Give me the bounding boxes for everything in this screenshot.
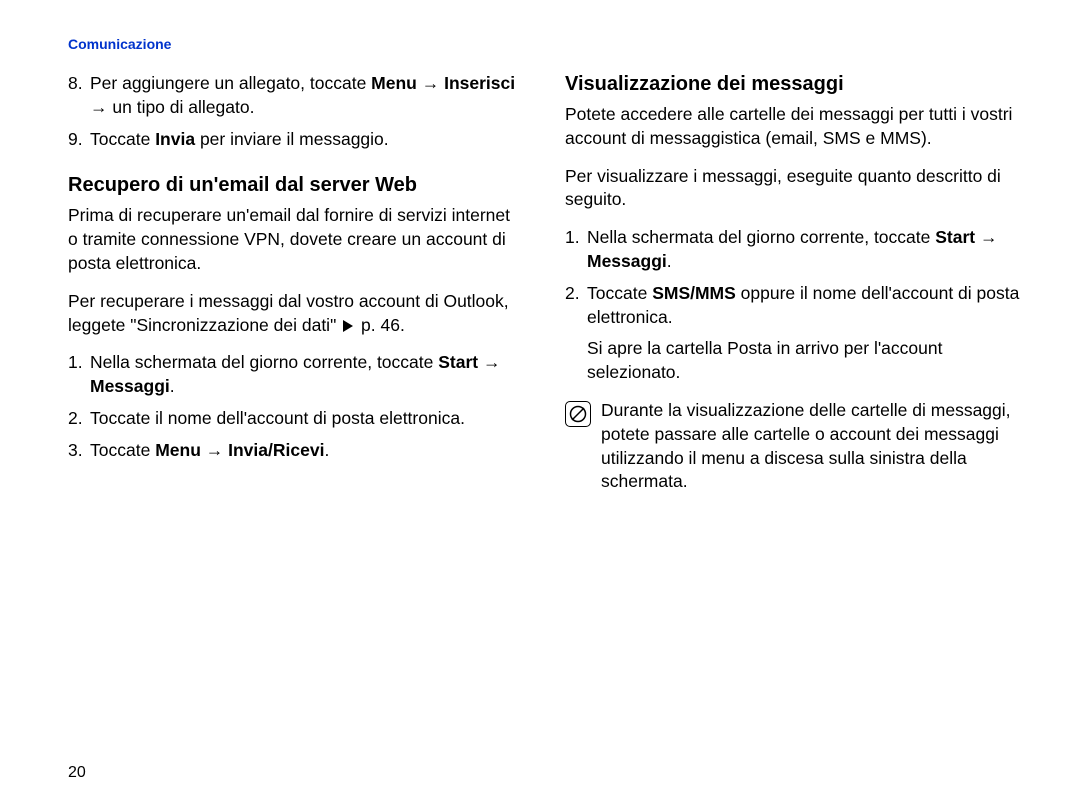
list-body: Toccate Invia per inviare il messaggio. (90, 128, 523, 152)
bold-text: Invia/Ricevi (228, 440, 324, 460)
text: . (324, 440, 329, 460)
section-header: Comunicazione (68, 36, 1020, 52)
list-number: 8. (68, 72, 90, 120)
list-number: 1. (68, 351, 90, 399)
bold-text: Start (935, 227, 975, 247)
paragraph: Potete accedere alle cartelle dei messag… (565, 103, 1020, 151)
heading-recupero: Recupero di un'email dal server Web (68, 173, 523, 198)
text: Nella schermata del giorno corrente, toc… (587, 227, 935, 247)
note-text: Durante la visualizzazione delle cartell… (601, 399, 1020, 494)
text: Per recuperare i messaggi dal vostro acc… (68, 291, 509, 335)
list-body: Toccate Menu → Invia/Ricevi. (90, 439, 523, 463)
list-number: 2. (565, 282, 587, 330)
arrow-text: → (417, 73, 444, 93)
paragraph: Per visualizzare i messaggi, eseguite qu… (565, 165, 1020, 213)
text: Per aggiungere un allegato, toccate (90, 73, 371, 93)
bold-text: Invia (155, 129, 195, 149)
list-item: 9. Toccate Invia per inviare il messaggi… (68, 128, 523, 152)
text: Nella schermata del giorno corrente, toc… (90, 352, 438, 372)
triangle-right-icon (343, 320, 353, 332)
page-number: 20 (68, 764, 86, 782)
bold-text: Inserisci (444, 73, 515, 93)
text: Toccate (587, 283, 652, 303)
left-column: 8. Per aggiungere un allegato, toccate M… (68, 72, 523, 494)
text: . (170, 376, 175, 396)
document-page: Comunicazione 8. Per aggiungere un alleg… (0, 0, 1080, 810)
bold-text: SMS/MMS (652, 283, 736, 303)
list-item: 1. Nella schermata del giorno corrente, … (565, 226, 1020, 274)
text: . (667, 251, 672, 271)
text: p. 46. (356, 315, 405, 335)
arrow-text: → (478, 352, 500, 372)
list-number: 3. (68, 439, 90, 463)
right-column: Visualizzazione dei messaggi Potete acce… (565, 72, 1020, 494)
list-item: 3. Toccate Menu → Invia/Ricevi. (68, 439, 523, 463)
list-item: 2. Toccate il nome dell'account di posta… (68, 407, 523, 431)
content-columns: 8. Per aggiungere un allegato, toccate M… (68, 72, 1020, 494)
arrow-text: → (201, 440, 228, 460)
heading-visualizzazione: Visualizzazione dei messaggi (565, 72, 1020, 97)
list-item: 2. Toccate SMS/MMS oppure il nome dell'a… (565, 282, 1020, 330)
list-item: 1. Nella schermata del giorno corrente, … (68, 351, 523, 399)
note-icon (565, 401, 591, 427)
text: un tipo di allegato. (112, 97, 254, 117)
list-body: Toccate SMS/MMS oppure il nome dell'acco… (587, 282, 1020, 330)
list-body: Per aggiungere un allegato, toccate Menu… (90, 72, 523, 120)
text: Toccate (90, 440, 155, 460)
list-body: Nella schermata del giorno corrente, toc… (90, 351, 523, 399)
bold-text: Start (438, 352, 478, 372)
list-number: 2. (68, 407, 90, 431)
text: per inviare il messaggio. (195, 129, 389, 149)
list-item: 8. Per aggiungere un allegato, toccate M… (68, 72, 523, 120)
bold-text: Menu (371, 73, 417, 93)
note-block: Durante la visualizzazione delle cartell… (565, 399, 1020, 494)
list-number: 9. (68, 128, 90, 152)
paragraph: Per recuperare i messaggi dal vostro acc… (68, 290, 523, 338)
paragraph: Prima di recuperare un'email dal fornire… (68, 204, 523, 275)
arrow-text: → (90, 97, 112, 117)
arrow-text: → (975, 227, 997, 247)
list-number: 1. (565, 226, 587, 274)
text: Toccate (90, 129, 155, 149)
list-body: Nella schermata del giorno corrente, toc… (587, 226, 1020, 274)
bold-text: Messaggi (587, 251, 667, 271)
paragraph: Si apre la cartella Posta in arrivo per … (587, 337, 1020, 385)
bold-text: Menu (155, 440, 201, 460)
list-body: Toccate il nome dell'account di posta el… (90, 407, 523, 431)
bold-text: Messaggi (90, 376, 170, 396)
